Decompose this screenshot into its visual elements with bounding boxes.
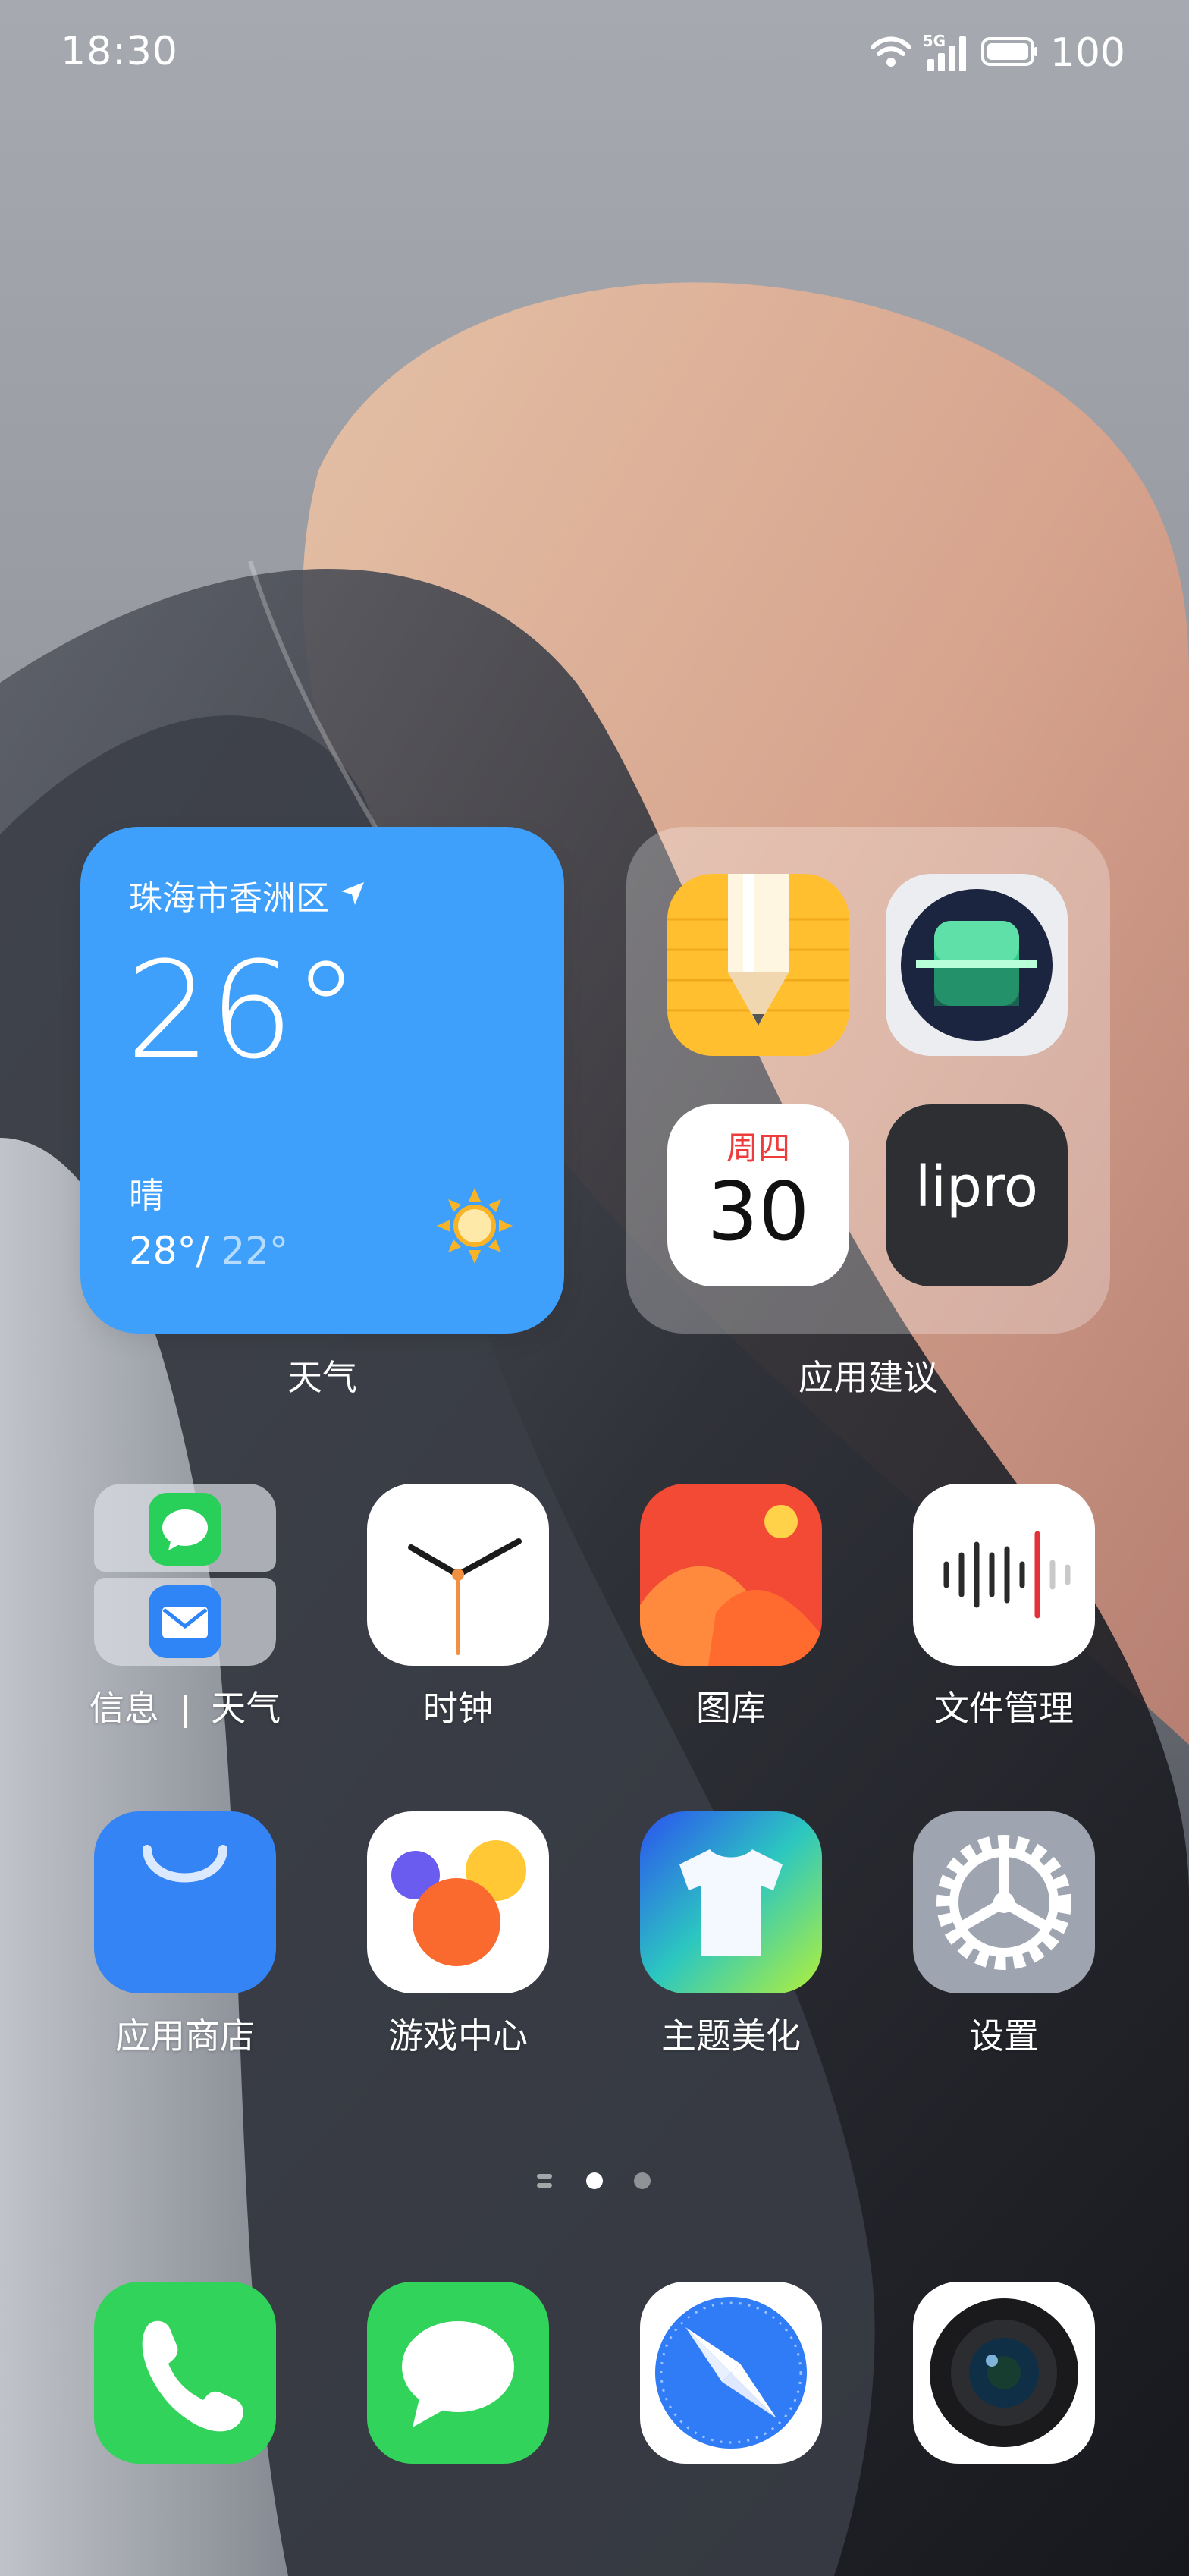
temperature-range: 28°/ 22° <box>129 1229 288 1273</box>
status-icons: 5G 100 <box>870 30 1125 76</box>
browser-icon[interactable] <box>640 2282 822 2464</box>
high-temp: 28° <box>129 1229 196 1273</box>
app-label-weather: 天气 <box>211 1688 281 1729</box>
lipro-logo-text: lipro <box>914 1154 1039 1220</box>
calendar-icon[interactable]: 周四 30 <box>667 1104 849 1286</box>
page-dot-current[interactable] <box>586 2172 603 2189</box>
sun-icon <box>437 1188 513 1267</box>
messages-half <box>94 1484 276 1572</box>
page-indicator-feed[interactable] <box>537 2174 552 2179</box>
lipro-icon[interactable]: lipro <box>886 1104 1068 1286</box>
file-manager-icon[interactable] <box>913 1484 1095 1666</box>
weather-condition: 晴 <box>129 1175 164 1216</box>
calendar-day: 30 <box>707 1165 810 1258</box>
themes-icon[interactable] <box>640 1811 822 1993</box>
mail-mini-icon <box>149 1585 221 1658</box>
status-time: 18:30 <box>61 29 178 74</box>
battery-icon <box>980 35 1040 71</box>
battery-level: 100 <box>1049 30 1125 76</box>
weather-location: 珠海市香洲区 <box>129 871 365 919</box>
wifi-icon <box>870 35 912 71</box>
low-temp: 22° <box>221 1229 289 1273</box>
suggestions-widget-label: 应用建议 <box>798 1357 938 1398</box>
app-label-game-center: 游戏中心 <box>388 2015 528 2056</box>
clock-icon[interactable] <box>367 1484 549 1666</box>
scanner-icon[interactable] <box>886 874 1068 1056</box>
page-dot[interactable] <box>634 2172 651 2189</box>
notes-icon[interactable] <box>667 874 849 1056</box>
messages-weather-label: 信息 天气 <box>49 1681 322 1731</box>
mail-half <box>94 1578 276 1666</box>
app-suggestions-widget: 周四 30 lipro <box>626 827 1110 1334</box>
app-label-themes: 主题美化 <box>661 2015 801 2056</box>
game-center-icon[interactable] <box>367 1811 549 1993</box>
app-label-messages: 信息 <box>89 1688 159 1729</box>
messages-icon[interactable] <box>367 2282 549 2464</box>
app-label-file-manager: 文件管理 <box>934 1688 1074 1729</box>
weather-widget[interactable]: 珠海市香洲区 26° 晴 28°/ 22° <box>80 827 564 1334</box>
signal-5g-icon: 5G <box>923 32 970 73</box>
calendar-weekday: 周四 <box>726 1129 790 1167</box>
app-store-icon[interactable] <box>94 1811 276 1993</box>
label-divider <box>184 1694 187 1728</box>
app-label-app-store: 应用商店 <box>115 2015 255 2056</box>
camera-icon[interactable] <box>913 2282 1095 2464</box>
messages-weather-pair-icon[interactable] <box>94 1484 276 1666</box>
app-label-clock: 时钟 <box>423 1688 493 1729</box>
phone-icon[interactable] <box>94 2282 276 2464</box>
page-indicator[interactable] <box>534 2166 663 2197</box>
gallery-icon[interactable] <box>640 1484 822 1666</box>
current-temperature: 26° <box>126 933 359 1089</box>
weather-widget-label: 天气 <box>287 1357 357 1398</box>
app-label-gallery: 图库 <box>696 1688 766 1729</box>
range-separator: / <box>196 1229 209 1273</box>
location-arrow-icon <box>340 876 365 915</box>
status-bar: 18:30 5G 100 <box>0 0 1189 106</box>
app-label-settings: 设置 <box>969 2015 1039 2056</box>
messages-mini-icon <box>149 1493 221 1566</box>
settings-icon[interactable] <box>913 1811 1095 1993</box>
location-name: 珠海市香洲区 <box>129 879 329 918</box>
